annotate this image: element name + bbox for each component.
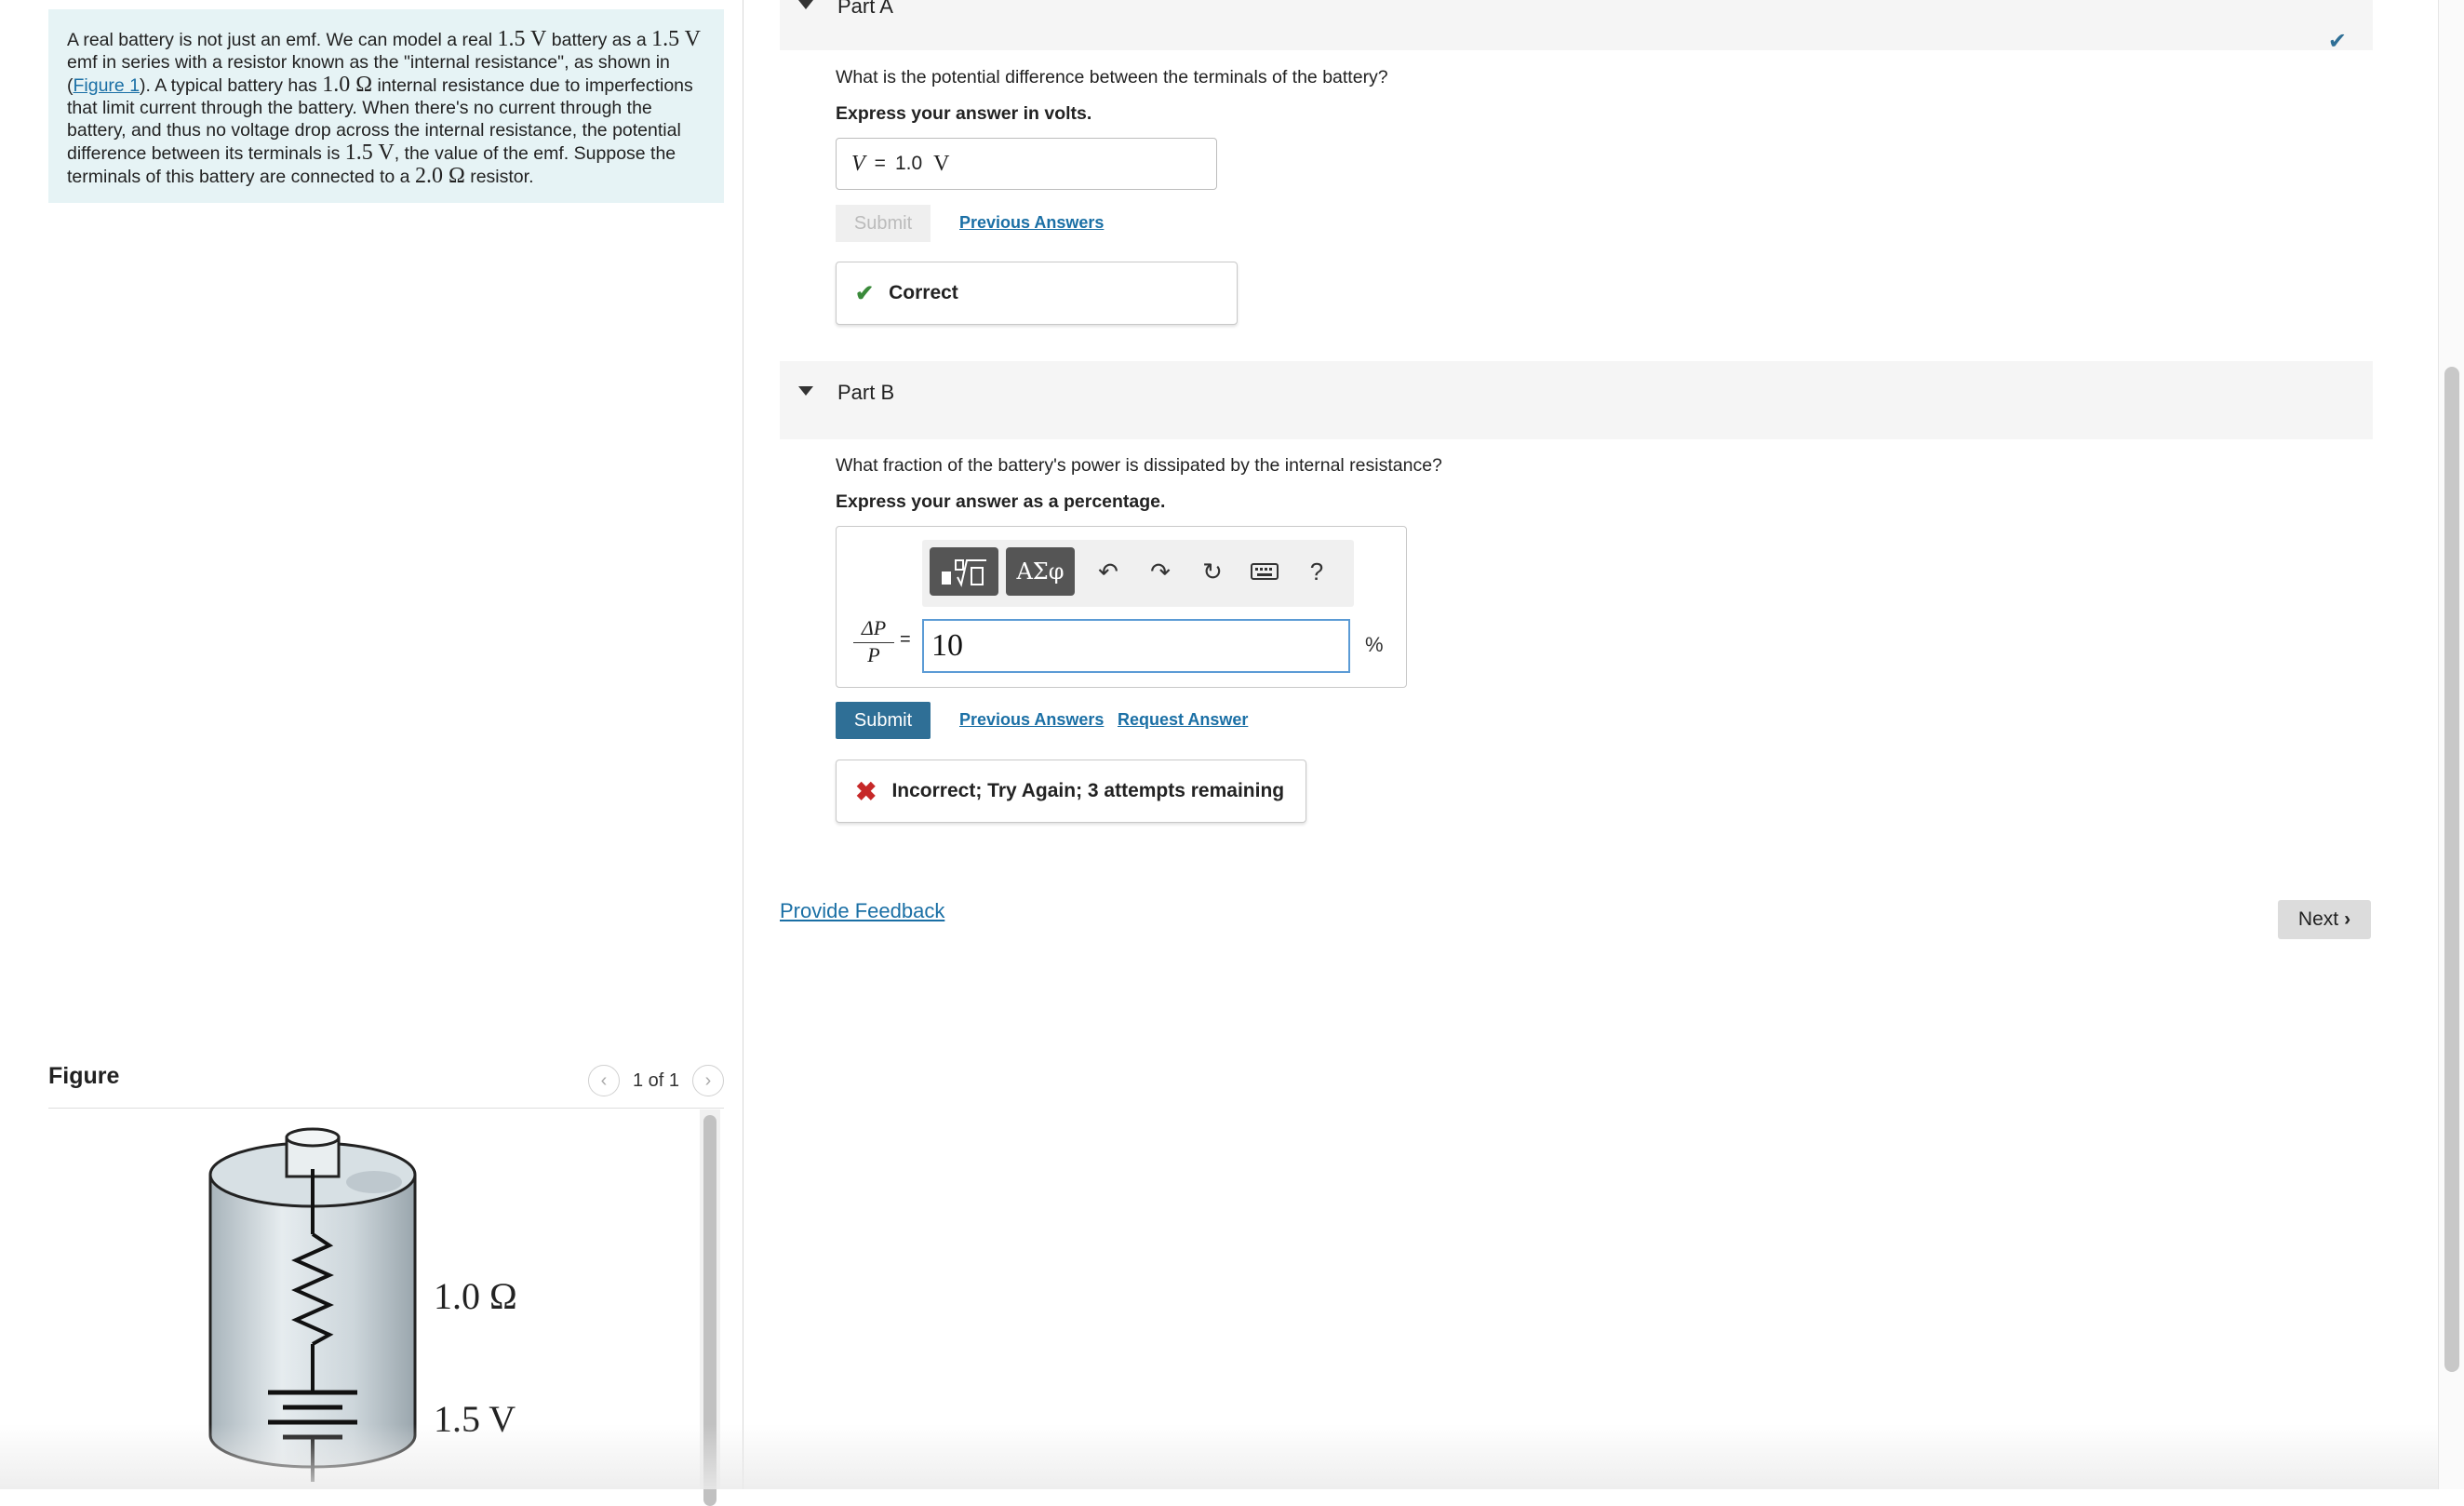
- answer-unit: V: [933, 151, 950, 176]
- lhs-fraction: ΔP P: [853, 616, 894, 667]
- greek-symbols-button[interactable]: ΑΣφ: [1006, 547, 1075, 596]
- figure-header: Figure ‹ 1 of 1 ›: [48, 1059, 724, 1106]
- next-button[interactable]: Next ›: [2278, 900, 2371, 939]
- figure-prev-button[interactable]: ‹: [587, 1065, 620, 1096]
- left-panel: A real battery is not just an emf. We ca…: [0, 0, 743, 1506]
- feedback-text: Incorrect; Try Again; 3 attempts remaini…: [891, 780, 1285, 801]
- part-a-feedback: ✔ Correct: [836, 262, 1238, 325]
- part-a-answer-box: V = 1.0 V: [836, 138, 1217, 190]
- check-icon: ✔: [855, 280, 875, 306]
- request-answer-link[interactable]: Request Answer: [1118, 710, 1248, 730]
- figure-scrollbar[interactable]: [700, 1109, 720, 1506]
- part-b-submit-button[interactable]: Submit: [836, 702, 931, 739]
- part-b-title: Part B: [837, 381, 895, 404]
- part-b-feedback: ✖ Incorrect; Try Again; 3 attempts remai…: [836, 760, 1306, 823]
- problem-intro: A real battery is not just an emf. We ca…: [48, 9, 724, 203]
- figure-pager: ‹ 1 of 1 ›: [587, 1065, 724, 1096]
- answer-value: 1.0: [894, 153, 923, 174]
- emf-label: 1.5 V: [434, 1398, 516, 1440]
- keyboard-glyph: [1251, 563, 1279, 580]
- provide-feedback-link[interactable]: Provide Feedback: [780, 899, 944, 923]
- part-a-previous-answers-link[interactable]: Previous Answers: [959, 213, 1104, 233]
- resistance-label: 1.0 Ω: [434, 1275, 517, 1317]
- checkmark-icon: ✔: [2327, 29, 2347, 54]
- math-toolbar: ΑΣφ ↶ ↷ ↻ ?: [922, 540, 1354, 607]
- part-a-title: Part A: [837, 0, 893, 18]
- page-scrollbar-thumb[interactable]: [2444, 367, 2459, 1372]
- undo-icon[interactable]: ↶: [1090, 553, 1127, 590]
- redo-icon[interactable]: ↷: [1142, 553, 1179, 590]
- x-icon: ✖: [855, 776, 877, 806]
- figure-1-link[interactable]: Figure 1: [74, 75, 141, 96]
- equals-sign: =: [900, 629, 911, 650]
- lhs-denominator: P: [867, 643, 880, 666]
- part-a-header[interactable]: Part A ✔: [780, 0, 2373, 54]
- percentage-answer-input[interactable]: 10: [922, 619, 1350, 673]
- battery-diagram: 1.0 Ω 1.5 V: [208, 1127, 517, 1482]
- chevron-right-icon: ›: [2344, 908, 2351, 930]
- part-b-previous-answers-link[interactable]: Previous Answers: [959, 710, 1104, 730]
- figure-page-count: 1 of 1: [632, 1069, 679, 1091]
- answer-variable: V: [851, 151, 865, 176]
- percent-unit: %: [1365, 633, 1384, 656]
- part-a-instruction: Express your answer in volts.: [836, 103, 1092, 124]
- figure-next-button[interactable]: ›: [692, 1065, 724, 1096]
- collapse-triangle-icon: [798, 386, 813, 396]
- figure-title: Figure: [48, 1063, 120, 1089]
- part-a-question: What is the potential difference between…: [836, 67, 1388, 87]
- figure-scrollbar-thumb[interactable]: [703, 1115, 716, 1506]
- intro-text: A real battery is not just an emf. We ca…: [67, 27, 701, 188]
- next-label: Next: [2297, 908, 2339, 930]
- lhs-numerator: ΔP: [853, 616, 894, 643]
- templates-icon[interactable]: [930, 547, 998, 596]
- help-button[interactable]: ?: [1298, 553, 1335, 590]
- figure-canvas: 1.0 Ω 1.5 V: [48, 1109, 700, 1489]
- part-b-question: What fraction of the battery's power is …: [836, 455, 1442, 476]
- keyboard-icon[interactable]: [1246, 553, 1283, 590]
- chevron-left-icon: ‹: [600, 1069, 608, 1091]
- part-b-header[interactable]: Part B: [780, 361, 2373, 439]
- math-input-panel: ΑΣφ ↶ ↷ ↻ ? ΔP P = 10 %: [836, 526, 1407, 688]
- page-scrollbar[interactable]: [2438, 0, 2464, 1489]
- collapse-triangle-icon: [798, 0, 813, 9]
- part-b-instruction: Express your answer as a percentage.: [836, 491, 1166, 512]
- reset-icon[interactable]: ↻: [1194, 553, 1231, 590]
- chevron-right-icon: ›: [704, 1069, 712, 1091]
- part-a-submit-button: Submit: [836, 205, 931, 242]
- figure-divider: [48, 1108, 724, 1109]
- feedback-text: Correct: [889, 282, 958, 303]
- templates-glyph: [942, 559, 986, 587]
